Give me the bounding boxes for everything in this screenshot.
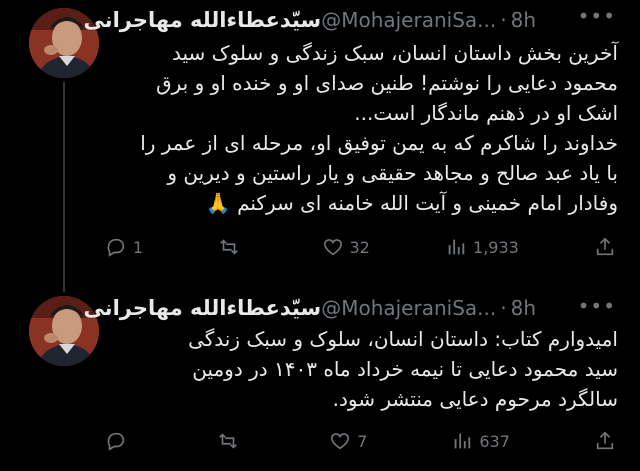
share-button[interactable] [594, 430, 616, 452]
tweet-text-line: اشک او در ذهنم ماندگار است... [354, 101, 618, 125]
views-button[interactable]: 637 [451, 430, 510, 452]
like-count: 32 [349, 237, 370, 257]
tweet-text-line: امیدوارم کتاب: داستان انسان، سلوک و سبک … [188, 327, 618, 351]
retweet-icon [220, 239, 239, 255]
tweet-text-line: محمود دعایی را نوشتم! طنین صدای او و خند… [156, 71, 618, 95]
action-bar: 7 637 [105, 426, 616, 456]
share-button[interactable] [594, 236, 616, 258]
tweet-header: سیّدعطاءالله مهاجرانی @MohajeraniSa... ·… [75, 296, 536, 320]
author-name[interactable]: سیّدعطاءالله مهاجرانی [83, 8, 321, 32]
reply-icon [107, 432, 125, 451]
author-handle[interactable]: @MohajeraniSa... [321, 296, 496, 320]
views-icon [455, 433, 471, 449]
views-icon [448, 239, 465, 255]
reply-icon [107, 238, 125, 257]
retweet-button[interactable] [217, 430, 245, 452]
like-button[interactable]: 7 [329, 430, 367, 452]
separator-dot: · [500, 296, 507, 320]
tweet-text-line: سالگرد مرحوم دعایی منتشر شود. [332, 387, 618, 411]
action-bar: 1 32 1,933 [105, 232, 616, 262]
retweet-button[interactable] [218, 236, 246, 258]
more-icon[interactable]: ••• [578, 6, 616, 26]
like-button[interactable]: 32 [322, 236, 370, 258]
author-handle[interactable]: @MohajeraniSa... [321, 8, 496, 32]
tweet-text: آخرین بخش داستان انسان، سبک زندگی و سلوک… [118, 38, 618, 218]
tweet-text-line: سید محمود دعایی تا نیمه خرداد ماه ۱۴۰۳ د… [192, 357, 618, 381]
like-count: 7 [357, 431, 368, 451]
share-icon [596, 237, 614, 256]
retweet-icon [219, 433, 237, 449]
tweet-text-line: با یاد عبد صالح و مجاهد حقیقی و یار راست… [167, 161, 618, 185]
reply-count: 1 [133, 237, 144, 257]
timestamp[interactable]: 8h [511, 296, 536, 320]
tweet-text: امیدوارم کتاب: داستان انسان، سلوک و سبک … [118, 324, 618, 414]
more-icon[interactable]: ••• [578, 296, 616, 316]
tweet-text-line: وفادار امام خمینی و آیت الله خامنه ای سر… [205, 191, 618, 215]
views-button[interactable]: 1,933 [445, 236, 519, 258]
views-count: 637 [479, 431, 510, 451]
tweet-header: سیّدعطاءالله مهاجرانی @MohajeraniSa... ·… [75, 8, 536, 32]
reply-button[interactable]: 1 [105, 236, 143, 258]
tweet[interactable]: سیّدعطاءالله مهاجرانی @MohajeraniSa... ·… [0, 0, 640, 290]
tweet-text-line: خداوند را شاکرم که به یمن توفیق او، مرحل… [140, 131, 618, 155]
reply-button[interactable] [105, 430, 133, 452]
tweet-text-line: آخرین بخش داستان انسان، سبک زندگی و سلوک… [172, 41, 618, 65]
separator-dot: · [500, 8, 507, 32]
share-icon [596, 431, 614, 450]
views-count: 1,933 [473, 237, 519, 257]
heart-icon [323, 239, 342, 256]
timestamp[interactable]: 8h [511, 8, 536, 32]
author-name[interactable]: سیّدعطاءالله مهاجرانی [83, 296, 321, 320]
heart-icon [331, 433, 350, 450]
tweet[interactable]: سیّدعطاءالله مهاجرانی @MohajeraniSa... ·… [0, 290, 640, 471]
